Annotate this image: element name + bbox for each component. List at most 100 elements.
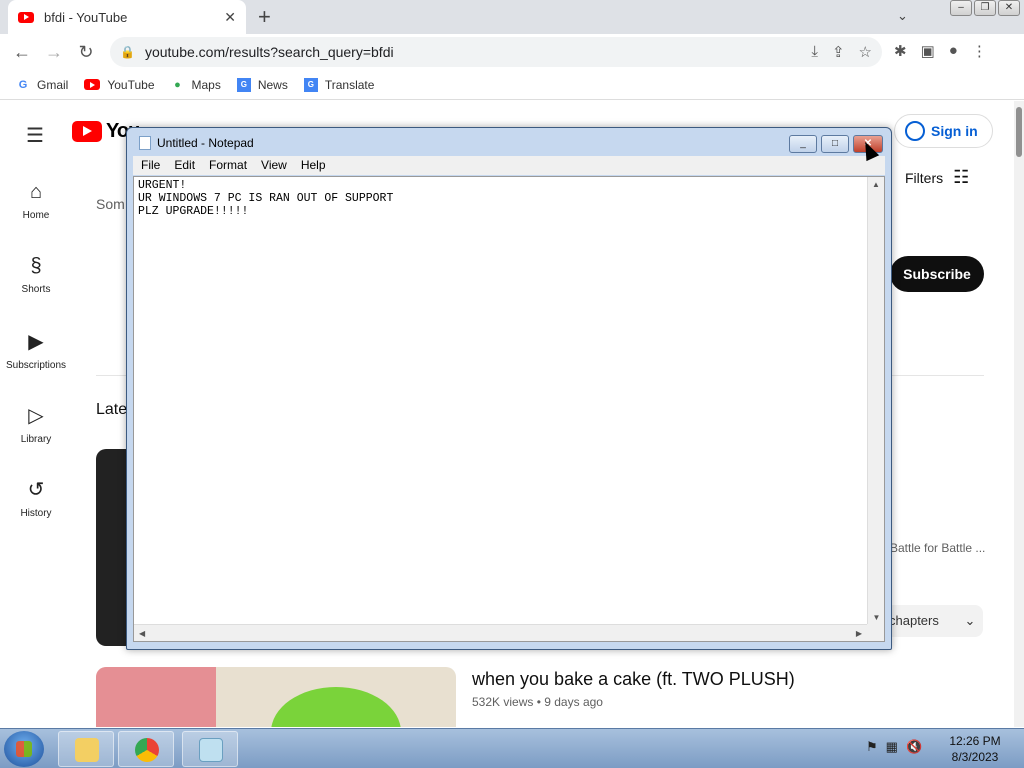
back-icon[interactable]: ← [6, 42, 38, 63]
youtube-favicon-icon [18, 11, 34, 23]
clock[interactable]: 12:26 PM 8/3/2023 [940, 733, 1010, 765]
address-bar[interactable]: 🔒 youtube.com/results?search_query=bfdi … [110, 37, 882, 67]
tab-strip: bfdi - YouTube ✕ + ⌄ – ❐ ✕ [0, 0, 1024, 34]
sidebar-item-home[interactable]: ⌂ Home [0, 181, 72, 221]
sidebar-label: Shorts [21, 284, 51, 295]
taskbar-notepad[interactable] [182, 731, 238, 767]
folder-icon [75, 738, 99, 762]
bookmark-news[interactable]: G News [236, 77, 288, 92]
profile-icon[interactable]: ● [949, 42, 958, 60]
tab-search-chevron-icon[interactable]: ⌄ [897, 8, 908, 24]
youtube-logo-icon [72, 121, 102, 142]
system-tray: ⚑ ▦ 🔇 [866, 739, 922, 755]
menu-view[interactable]: View [261, 156, 287, 175]
bookmark-maps[interactable]: ● Maps [171, 78, 221, 92]
browser-tab[interactable]: bfdi - YouTube ✕ [8, 0, 246, 34]
tab-title: bfdi - YouTube [44, 9, 128, 25]
bookmark-gmail[interactable]: G Gmail [16, 77, 69, 92]
notepad-text-area[interactable]: URGENT! UR WINDOWS 7 PC IS RAN OUT OF SU… [133, 176, 885, 642]
sign-in-button[interactable]: Sign in [894, 114, 993, 148]
restore-icon[interactable]: ❐ [974, 0, 996, 16]
lock-icon[interactable]: 🔒 [120, 45, 135, 59]
scroll-up-icon[interactable]: ▲ [868, 180, 884, 189]
clock-date: 8/3/2023 [951, 750, 999, 764]
action-center-icon[interactable]: ⚑ [866, 739, 878, 755]
maximize-icon[interactable]: □ [821, 135, 849, 153]
history-icon: ↺ [27, 479, 45, 501]
chrome-icon [135, 738, 159, 762]
view-count: 532K views [472, 695, 534, 709]
maps-pin-icon: ● [174, 78, 181, 91]
home-icon: ⌂ [29, 181, 43, 203]
menu-edit[interactable]: Edit [174, 156, 195, 175]
minimize-icon[interactable]: – [950, 0, 972, 16]
hamburger-menu-icon[interactable]: ☰ [26, 123, 44, 148]
notepad-icon [199, 738, 223, 762]
sidebar-item-history[interactable]: ↺ History [0, 477, 72, 519]
scroll-left-icon[interactable]: ◀ [139, 629, 145, 638]
side-panel-icon[interactable]: ▣ [921, 42, 935, 60]
video-thumbnail[interactable] [96, 667, 456, 727]
horizontal-scrollbar[interactable]: ◀ ▶ [134, 624, 867, 641]
sidebar-item-shorts[interactable]: § Shorts [0, 255, 72, 295]
extensions-icon[interactable]: ✱ [894, 42, 907, 60]
forward-icon[interactable]: → [38, 42, 70, 63]
video-title[interactable]: when you bake a cake (ft. TWO PLUSH) [472, 669, 795, 690]
subscribe-button[interactable]: Subscribe [890, 256, 984, 292]
notepad-content: URGENT! UR WINDOWS 7 PC IS RAN OUT OF SU… [138, 179, 394, 218]
filters-button[interactable]: Filters ☷ [905, 167, 969, 188]
scroll-down-icon[interactable]: ▼ [868, 613, 885, 622]
filters-icon: ☷ [953, 167, 970, 187]
sidebar-label: Subscriptions [5, 360, 67, 371]
menu-dots-icon[interactable]: ⋮ [972, 42, 987, 60]
clock-time: 12:26 PM [949, 734, 1001, 748]
scroll-right-icon[interactable]: ▶ [856, 625, 862, 642]
menu-file[interactable]: File [141, 156, 160, 175]
youtube-icon [84, 79, 101, 90]
taskbar-chrome[interactable] [118, 731, 174, 767]
taskbar-explorer[interactable] [58, 731, 114, 767]
upload-age: 9 days ago [544, 695, 603, 709]
page-scrollbar[interactable] [1014, 101, 1024, 727]
bookmark-label: Gmail [37, 77, 69, 92]
thumbnail-person [96, 667, 216, 727]
bookmark-star-icon[interactable]: ☆ [859, 43, 872, 61]
bookmark-youtube[interactable]: YouTube [84, 77, 155, 92]
volume-muted-icon[interactable]: 🔇 [906, 739, 922, 755]
scrollbar-thumb[interactable] [1016, 107, 1022, 157]
sidebar-item-library[interactable]: ▷ Library [0, 403, 72, 445]
chevron-down-icon: ⌄ [964, 613, 976, 628]
notepad-titlebar[interactable]: Untitled - Notepad [139, 136, 254, 150]
reload-icon[interactable]: ↻ [70, 42, 102, 63]
sidebar-item-subscriptions[interactable]: ▶ Subscriptions [0, 329, 72, 371]
library-icon: ▷ [28, 405, 44, 427]
minimize-icon[interactable]: _ [789, 135, 817, 153]
menu-format[interactable]: Format [209, 156, 247, 175]
menu-help[interactable]: Help [301, 156, 326, 175]
start-button[interactable] [4, 731, 44, 767]
close-icon[interactable]: ✕ [998, 0, 1020, 16]
partial-text: Som [96, 196, 125, 212]
bookmark-label: News [257, 77, 288, 92]
taskbar: ⚑ ▦ 🔇 12:26 PM 8/3/2023 [0, 728, 1024, 768]
notepad-menubar: File Edit Format View Help [133, 156, 885, 175]
vertical-scrollbar[interactable]: ▲ ▼ [867, 177, 884, 625]
network-icon[interactable]: ▦ [886, 739, 898, 755]
toolbar-right: ✱ ▣ ● ⋮ [894, 42, 987, 60]
sidebar-label: Library [20, 434, 52, 445]
resize-grip[interactable] [867, 624, 884, 641]
channel-snippet: Battle for Battle ... [890, 541, 986, 555]
bookmark-label: YouTube [107, 77, 155, 92]
bookmark-translate[interactable]: G Translate [303, 77, 374, 92]
chapters-button[interactable]: chapters ⌄ [885, 605, 983, 637]
browser-toolbar: ← → ↻ 🔒 youtube.com/results?search_query… [0, 34, 1024, 70]
notepad-icon [139, 136, 151, 150]
bookmarks-bar: G Gmail YouTube ● Maps G News G Translat… [0, 70, 1024, 100]
window-controls: – ❐ ✕ [950, 0, 1020, 16]
install-icon[interactable]: ⤓ [811, 43, 818, 61]
new-tab-icon[interactable]: + [258, 4, 271, 30]
translate-icon: G [303, 77, 318, 92]
share-icon[interactable]: ⇪ [832, 43, 845, 61]
video-meta: 532K views • 9 days ago [472, 695, 603, 709]
tab-close-icon[interactable]: ✕ [224, 9, 236, 26]
